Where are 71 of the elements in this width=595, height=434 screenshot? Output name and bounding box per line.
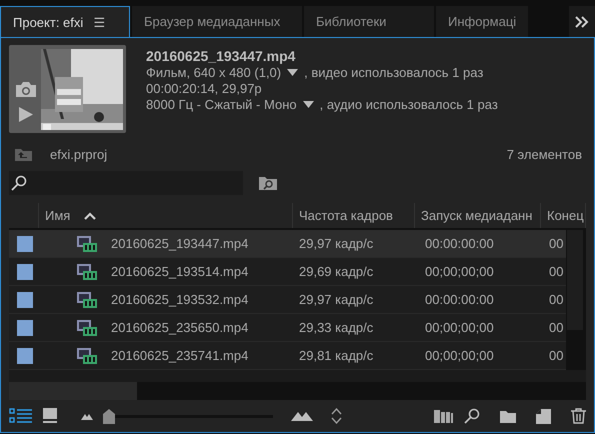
camera-icon[interactable] bbox=[16, 82, 36, 97]
search-icon bbox=[11, 175, 27, 191]
label-swatch[interactable] bbox=[17, 292, 33, 308]
trash-icon[interactable] bbox=[571, 408, 586, 424]
panel-tab[interactable]: Браузер медиаданных bbox=[132, 6, 302, 37]
sort-ascending-icon[interactable] bbox=[84, 212, 96, 220]
large-mountain-icon[interactable] bbox=[291, 411, 313, 421]
video-clip-icon bbox=[77, 320, 97, 336]
clip-name: 20160625_235741.mp4 bbox=[111, 348, 248, 363]
vertical-scrollbar[interactable] bbox=[566, 230, 586, 370]
clip-row[interactable]: 20160625_193447.mp4 29,97 кадр/с 00:00:00:00 00 bbox=[9, 230, 566, 258]
frame-rate-cell-text: 29,33 кадр/с bbox=[298, 319, 374, 337]
clip-duration: 00:00:20:14, 29,97p bbox=[146, 81, 263, 96]
label-swatch[interactable] bbox=[17, 236, 33, 252]
media-start-cell-text: 00:00:00:00 bbox=[424, 235, 495, 253]
panel-tab[interactable]: Библиотеки bbox=[304, 6, 434, 37]
clip-name: 20160625_193514.mp4 bbox=[111, 264, 248, 279]
video-clip-icon bbox=[77, 292, 97, 308]
new-item-icon[interactable] bbox=[536, 408, 551, 424]
small-mountain-icon[interactable] bbox=[81, 412, 93, 420]
search-field[interactable] bbox=[9, 171, 243, 195]
audio-usage: , аудио использовалось 1 раз bbox=[320, 97, 498, 112]
automate-icon[interactable] bbox=[434, 409, 454, 423]
media-end-cell-text: 00 bbox=[548, 263, 564, 281]
item-count: 7 элементов bbox=[506, 146, 582, 162]
media-start-cell-text: 00;00;00;00 bbox=[424, 319, 495, 337]
clip-name: 20160625_235650.mp4 bbox=[111, 320, 248, 335]
video-usage: , видео использовалось 1 раз bbox=[304, 65, 484, 80]
slider-thumb[interactable] bbox=[103, 409, 115, 424]
video-info: Фильм, 640 x 480 (1,0) bbox=[146, 65, 282, 80]
video-clip-icon bbox=[77, 264, 97, 280]
dropdown-icon[interactable] bbox=[302, 101, 314, 108]
frame-rate-cell-text: 29,97 кадр/с bbox=[298, 235, 374, 253]
media-end-cell-text: 00 bbox=[548, 291, 564, 309]
list-view-icon[interactable] bbox=[9, 408, 33, 424]
play-icon[interactable] bbox=[18, 107, 32, 122]
column-header[interactable]: Запуск медиаданн bbox=[415, 203, 541, 228]
frame-rate-cell-text: 29,69 кадр/с bbox=[298, 263, 374, 281]
project-name: efxi.prproj bbox=[50, 146, 108, 162]
column-header[interactable]: Частота кадров bbox=[293, 203, 415, 228]
video-clip-icon bbox=[77, 348, 97, 364]
clip-filename: 20160625_193447.mp4 bbox=[146, 48, 296, 64]
column-header[interactable]: Имя bbox=[45, 208, 70, 223]
folder-up-icon[interactable] bbox=[15, 148, 32, 160]
video-clip-icon bbox=[77, 236, 97, 252]
audio-info: 8000 Гц - Сжатый - Моно bbox=[146, 97, 297, 112]
find-icon[interactable] bbox=[464, 408, 480, 424]
panel-menu-icon[interactable]: ☰ bbox=[93, 14, 106, 30]
label-swatch[interactable] bbox=[17, 264, 33, 280]
media-start-cell-text: 00:00:00:00 bbox=[424, 291, 495, 309]
media-end-cell-text: 00 bbox=[548, 347, 564, 365]
panel-tab[interactable]: Информаці bbox=[436, 6, 528, 37]
chevrons-icon[interactable] bbox=[575, 16, 589, 28]
media-end-cell-text: 00 bbox=[548, 235, 564, 253]
clip-name: 20160625_193532.mp4 bbox=[111, 292, 248, 307]
frame-rate-cell-text: 29,97 кадр/с bbox=[298, 291, 374, 309]
sort-arrows-icon[interactable] bbox=[331, 408, 342, 424]
panel-tab[interactable]: Проект: efxi ☰ bbox=[0, 6, 130, 37]
zoom-slider[interactable] bbox=[103, 409, 273, 423]
new-bin-icon[interactable] bbox=[500, 410, 516, 422]
media-start-cell-text: 00;00;00;00 bbox=[424, 263, 495, 281]
find-folder-icon[interactable] bbox=[259, 176, 277, 190]
clip-name: 20160625_193447.mp4 bbox=[111, 236, 248, 251]
label-swatch[interactable] bbox=[17, 320, 33, 336]
frame-rate-cell-text: 29,81 кадр/с bbox=[298, 347, 374, 365]
dropdown-icon[interactable] bbox=[287, 69, 298, 76]
label-swatch[interactable] bbox=[17, 348, 33, 364]
icon-view-icon[interactable] bbox=[43, 408, 57, 424]
media-start-cell-text: 00;00;00;00 bbox=[424, 347, 495, 365]
column-header[interactable]: Конец bbox=[541, 203, 586, 228]
media-end-cell-text: 00 bbox=[548, 319, 564, 337]
